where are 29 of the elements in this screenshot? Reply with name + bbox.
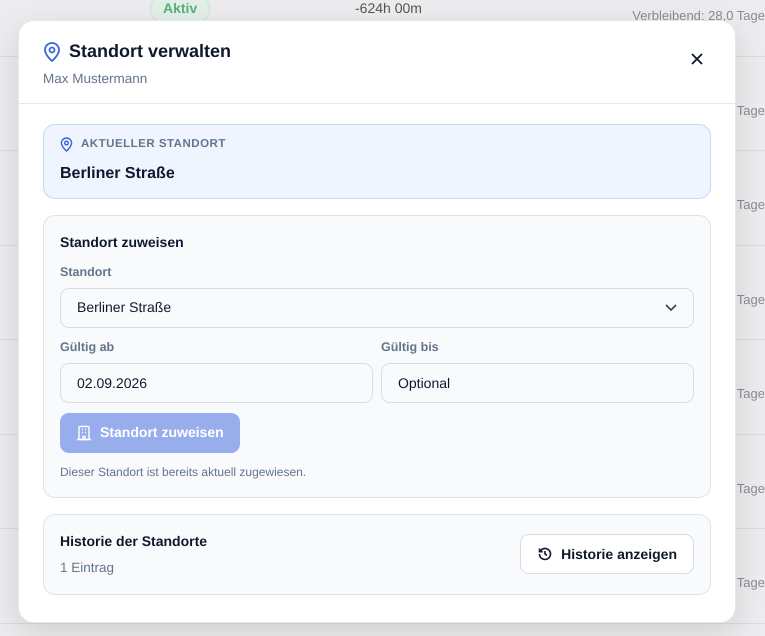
history-icon: [537, 546, 554, 562]
current-location-value: Berliner Straße: [60, 164, 176, 184]
remaining-days: Tage: [736, 573, 765, 592]
field-label: Gültig bis: [381, 338, 440, 356]
close-button[interactable]: [689, 51, 705, 67]
field-label: Gültig ab: [60, 338, 116, 356]
dialog-subtitle: Max Mustermann: [43, 70, 148, 88]
remaining-days: Verbleibend: 28,0 Tage: [632, 6, 765, 26]
panel-title: Historie der Standorte: [60, 532, 208, 551]
remaining-days: Tage: [736, 100, 765, 120]
date-field[interactable]: Optional: [381, 362, 694, 403]
remaining-days: Tage: [736, 195, 765, 214]
info-note: Dieser Standort ist bereits aktuell zugewiesen.: [60, 464, 308, 481]
history-button[interactable]: Historie anzeigen: [520, 534, 694, 574]
date-field[interactable]: 02.09.2026: [60, 362, 373, 403]
remaining-days: Tage: [736, 478, 765, 498]
location-pin-icon: [43, 42, 61, 62]
location-pin-icon: [60, 136, 73, 152]
field-label: Standort: [60, 264, 112, 282]
panel-title: Standort zuweisen: [60, 233, 185, 252]
remaining-days: Tage: [736, 290, 765, 309]
time-balance: -624h 00m: [355, 0, 422, 18]
current-location-label: AKTUELLER STANDORT: [81, 136, 226, 152]
location-select[interactable]: Berliner Straße: [60, 288, 694, 328]
building-icon: [76, 424, 92, 441]
dialog-title: Standort verwalten: [69, 41, 232, 63]
entry-count: 1 Eintrag: [60, 558, 116, 577]
remaining-days: Tage: [736, 384, 765, 404]
chevron-down-icon: [665, 304, 677, 312]
